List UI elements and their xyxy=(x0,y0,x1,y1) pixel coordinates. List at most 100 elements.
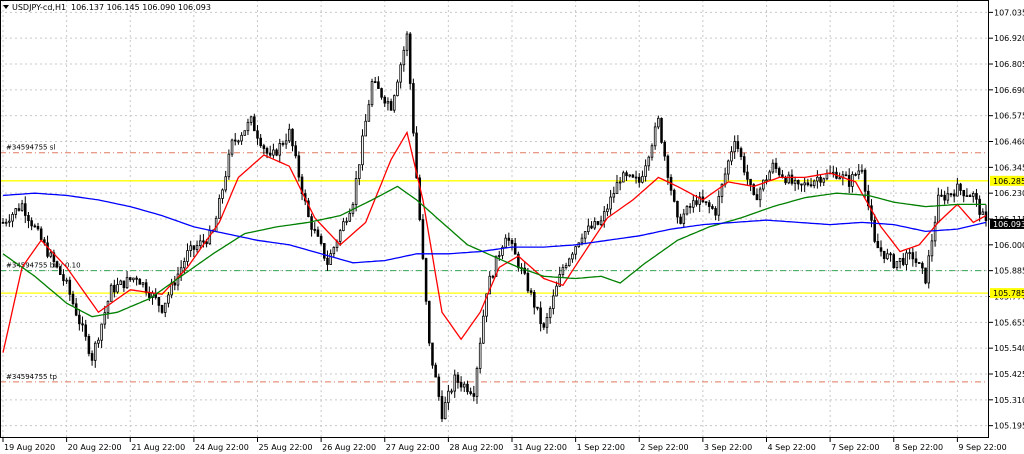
candle xyxy=(892,252,896,269)
candle xyxy=(36,222,40,231)
candle-body xyxy=(822,178,826,183)
candle xyxy=(463,381,466,393)
candle-body xyxy=(952,193,956,197)
candle-body xyxy=(62,274,65,282)
candle-body xyxy=(459,382,463,388)
candle-body xyxy=(135,277,138,280)
candle xyxy=(469,387,472,396)
ma-mid-line xyxy=(2,185,986,318)
candle-body xyxy=(405,33,409,51)
y-tick-label: 105.310 xyxy=(994,396,1024,405)
order-line-label: #34594755 tp xyxy=(6,373,57,381)
candle xyxy=(431,342,434,369)
candle-body xyxy=(412,83,415,134)
candle xyxy=(895,261,899,271)
candle xyxy=(33,223,37,228)
candle xyxy=(11,212,14,228)
candle xyxy=(125,270,129,289)
candle xyxy=(478,337,482,374)
candle-body xyxy=(886,253,889,259)
candle xyxy=(440,390,444,423)
candle xyxy=(571,252,574,263)
candle-body xyxy=(860,169,864,172)
candle-body xyxy=(895,261,899,269)
y-tick-label: 105.540 xyxy=(994,344,1024,353)
y-tick-label: 105.885 xyxy=(994,267,1024,276)
candle xyxy=(230,138,234,157)
candle-body xyxy=(615,182,619,194)
candle-body xyxy=(978,198,981,215)
candle-body xyxy=(421,219,425,259)
candle xyxy=(310,213,313,237)
candle-body xyxy=(800,183,803,186)
candle-body xyxy=(342,221,345,231)
candle-body xyxy=(466,383,469,393)
candle xyxy=(701,189,705,204)
candle xyxy=(707,199,711,214)
candle-body xyxy=(790,174,794,184)
candle xyxy=(889,251,892,262)
candle-body xyxy=(714,208,717,216)
candle xyxy=(774,157,778,173)
price-marker: 106.285 xyxy=(990,175,1024,186)
horizontal-lines[interactable]: #34594755 sl #34594755 buy 0.10 #34594755 … xyxy=(0,144,989,383)
candle xyxy=(342,217,345,232)
candle-body xyxy=(78,314,81,325)
candle-body xyxy=(857,170,861,175)
candle-body xyxy=(542,323,546,328)
candle-body xyxy=(809,184,813,187)
y-tick-label: 106.345 xyxy=(994,163,1024,172)
candle xyxy=(641,170,644,184)
candle xyxy=(224,170,227,193)
candle-body xyxy=(288,128,291,142)
candle xyxy=(733,135,736,159)
candle-body xyxy=(529,290,533,293)
candle-body xyxy=(253,116,256,132)
candle-body xyxy=(192,245,196,250)
candle xyxy=(908,248,911,260)
x-tick-label: 1 Sep 22:00 xyxy=(577,443,625,452)
candle xyxy=(612,186,616,203)
candle xyxy=(437,373,441,401)
candle-body xyxy=(380,88,383,98)
candle-body xyxy=(625,172,628,177)
candle-body xyxy=(949,193,953,196)
candle-body xyxy=(723,173,727,185)
candle xyxy=(752,183,756,196)
candle xyxy=(513,237,517,255)
candle-body xyxy=(125,277,129,289)
candle-body xyxy=(602,211,606,222)
candle xyxy=(354,170,358,212)
candle xyxy=(622,170,625,183)
candle xyxy=(857,164,861,180)
candle xyxy=(812,179,816,189)
candle xyxy=(650,143,654,161)
candle-body xyxy=(218,198,221,219)
candle xyxy=(358,164,361,186)
candle xyxy=(103,305,107,329)
candle-body xyxy=(644,165,647,177)
candle xyxy=(561,264,565,278)
candle xyxy=(173,275,177,291)
candle-body xyxy=(583,231,587,239)
collapse-arrow-icon[interactable] xyxy=(3,5,9,9)
candle-body xyxy=(739,148,743,158)
candle-body xyxy=(631,174,635,178)
candle-body xyxy=(863,169,867,192)
candle-body xyxy=(84,324,87,337)
candle xyxy=(567,257,571,267)
candle xyxy=(749,178,752,192)
chart-window[interactable]: #34594755 sl #34594755 buy 0.10 #34594755 … xyxy=(0,0,1024,454)
candle-body xyxy=(396,81,399,97)
candle-body xyxy=(186,250,189,262)
candle xyxy=(914,251,918,268)
candle-body xyxy=(590,225,593,229)
price-chart[interactable]: #34594755 sl #34594755 buy 0.10 #34594755 … xyxy=(0,0,1024,454)
candle xyxy=(405,31,409,57)
candle-body xyxy=(612,193,616,198)
candle-body xyxy=(49,252,52,257)
candle-body xyxy=(797,179,800,185)
candle xyxy=(727,159,730,181)
candle-body xyxy=(567,258,571,267)
candle xyxy=(800,183,803,192)
